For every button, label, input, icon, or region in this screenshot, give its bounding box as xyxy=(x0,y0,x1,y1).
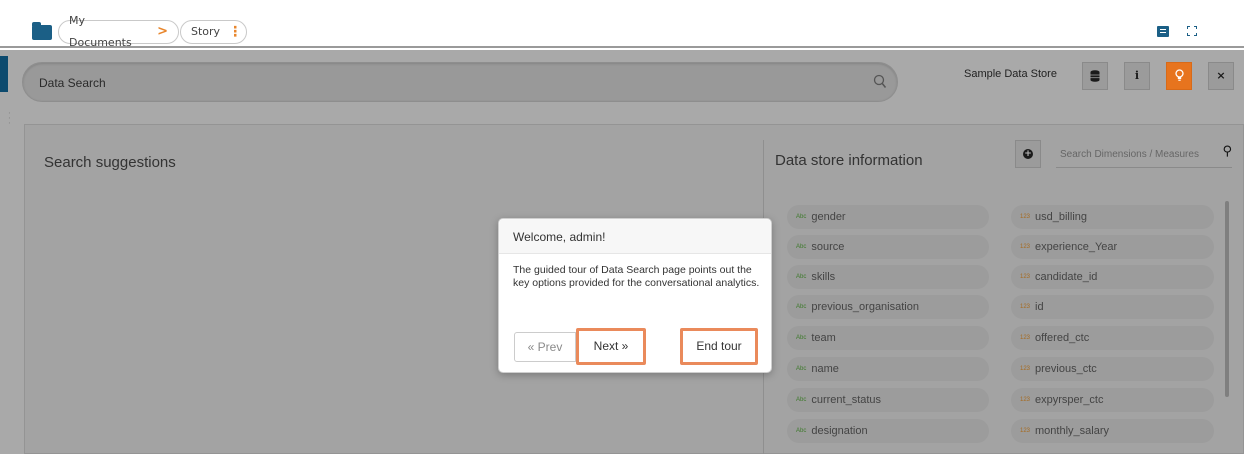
text-type-icon: Abc xyxy=(796,366,807,373)
number-type-icon: 123 xyxy=(1020,366,1031,373)
text-type-icon: Abc xyxy=(796,428,807,435)
tour-title: Welcome, admin! xyxy=(499,219,771,254)
fields-scrollbar[interactable] xyxy=(1225,201,1229,397)
measure-label: previous_ctc xyxy=(1035,363,1097,375)
tour-body: The guided tour of Data Search page poin… xyxy=(513,264,760,289)
database-icon xyxy=(1090,70,1100,82)
search-icon[interactable]: ⚲ xyxy=(1222,144,1232,159)
dimension-item[interactable]: Abc designation xyxy=(787,419,989,443)
info-icon: i xyxy=(1134,69,1140,82)
dimension-label: current_status xyxy=(811,394,882,406)
dimension-label: skills xyxy=(811,271,836,283)
end-tour-button[interactable]: End tour xyxy=(680,328,758,365)
breadcrumb-label: My Documents xyxy=(69,14,132,49)
measure-label: offered_ctc xyxy=(1035,332,1090,344)
measure-item[interactable]: 123 monthly_salary xyxy=(1011,419,1214,443)
number-type-icon: 123 xyxy=(1020,304,1031,311)
breadcrumb-story[interactable]: Story ⋮ xyxy=(180,20,247,44)
measure-label: id xyxy=(1035,301,1044,313)
measure-item[interactable]: 123 expyrsper_ctc xyxy=(1011,388,1214,412)
measure-item[interactable]: 123 id xyxy=(1011,295,1214,319)
left-panel-tab[interactable] xyxy=(0,56,8,92)
measure-item[interactable]: 123 candidate_id xyxy=(1011,265,1214,289)
number-type-icon: 123 xyxy=(1020,244,1031,251)
fullscreen-icon[interactable] xyxy=(1187,26,1197,36)
breadcrumb-my-documents[interactable]: My Documents > xyxy=(58,14,179,49)
text-type-icon: Abc xyxy=(796,214,807,221)
add-button[interactable]: + xyxy=(1015,140,1041,168)
dimension-label: previous_organisation xyxy=(811,301,919,313)
dimension-item[interactable]: Abc skills xyxy=(787,265,989,289)
close-button[interactable]: × xyxy=(1208,62,1234,90)
measure-label: experience_Year xyxy=(1035,241,1118,253)
search-icon[interactable] xyxy=(873,74,887,90)
chat-icon[interactable] xyxy=(1157,26,1169,37)
next-button[interactable]: Next » xyxy=(576,328,646,365)
dimension-item[interactable]: Abc previous_organisation xyxy=(787,295,989,319)
measure-label: monthly_salary xyxy=(1035,425,1109,437)
text-type-icon: Abc xyxy=(796,274,807,281)
info-button[interactable]: i xyxy=(1124,62,1150,90)
dimension-item[interactable]: Abc current_status xyxy=(787,388,989,412)
measure-label: usd_billing xyxy=(1035,211,1087,223)
lightbulb-button[interactable] xyxy=(1166,62,1192,90)
data-search-input[interactable] xyxy=(39,74,839,92)
close-icon: × xyxy=(1216,69,1226,82)
search-suggestions-title: Search suggestions xyxy=(44,154,176,171)
dimension-label: designation xyxy=(811,425,868,437)
tour-popover: Welcome, admin! The guided tour of Data … xyxy=(498,218,772,373)
text-type-icon: Abc xyxy=(796,335,807,342)
text-type-icon: Abc xyxy=(796,397,807,404)
dimension-item[interactable]: Abc team xyxy=(787,326,989,350)
dimension-search: ⚲ xyxy=(1056,144,1232,168)
plus-circle-icon: + xyxy=(1023,149,1033,159)
text-type-icon: Abc xyxy=(796,244,807,251)
lightbulb-icon xyxy=(1174,69,1184,81)
drag-handle-icon[interactable]: · · · xyxy=(8,110,11,129)
measure-item[interactable]: 123 offered_ctc xyxy=(1011,326,1214,350)
measure-item[interactable]: 123 usd_billing xyxy=(1011,205,1214,229)
dimension-search-input[interactable] xyxy=(1060,149,1220,160)
dimension-item[interactable]: Abc source xyxy=(787,235,989,259)
number-type-icon: 123 xyxy=(1020,335,1031,342)
dimension-label: gender xyxy=(811,211,846,223)
folder-icon[interactable] xyxy=(32,22,52,40)
breadcrumb-label: Story xyxy=(191,25,221,38)
top-bar: My Documents > Story ⋮ xyxy=(0,0,1244,49)
dimension-item[interactable]: Abc name xyxy=(787,357,989,381)
measure-item[interactable]: 123 previous_ctc xyxy=(1011,357,1214,381)
number-type-icon: 123 xyxy=(1020,428,1031,435)
data-store-info-title: Data store information xyxy=(775,152,923,169)
measure-label: candidate_id xyxy=(1035,271,1098,283)
dimension-label: source xyxy=(811,241,845,253)
number-type-icon: 123 xyxy=(1020,397,1031,404)
measure-item[interactable]: 123 experience_Year xyxy=(1011,235,1214,259)
dimension-item[interactable]: Abc gender xyxy=(787,205,989,229)
dimension-label: name xyxy=(811,363,839,375)
chevron-right-icon: > xyxy=(157,24,168,39)
data-search-bar xyxy=(22,62,898,102)
kebab-menu-icon[interactable]: ⋮ xyxy=(228,21,242,43)
dimension-label: team xyxy=(811,332,836,344)
measure-label: expyrsper_ctc xyxy=(1035,394,1104,406)
data-store-label: Sample Data Store xyxy=(964,68,1057,80)
text-type-icon: Abc xyxy=(796,304,807,311)
prev-button[interactable]: « Prev xyxy=(514,332,576,362)
number-type-icon: 123 xyxy=(1020,214,1031,221)
database-button[interactable] xyxy=(1082,62,1108,90)
number-type-icon: 123 xyxy=(1020,274,1031,281)
